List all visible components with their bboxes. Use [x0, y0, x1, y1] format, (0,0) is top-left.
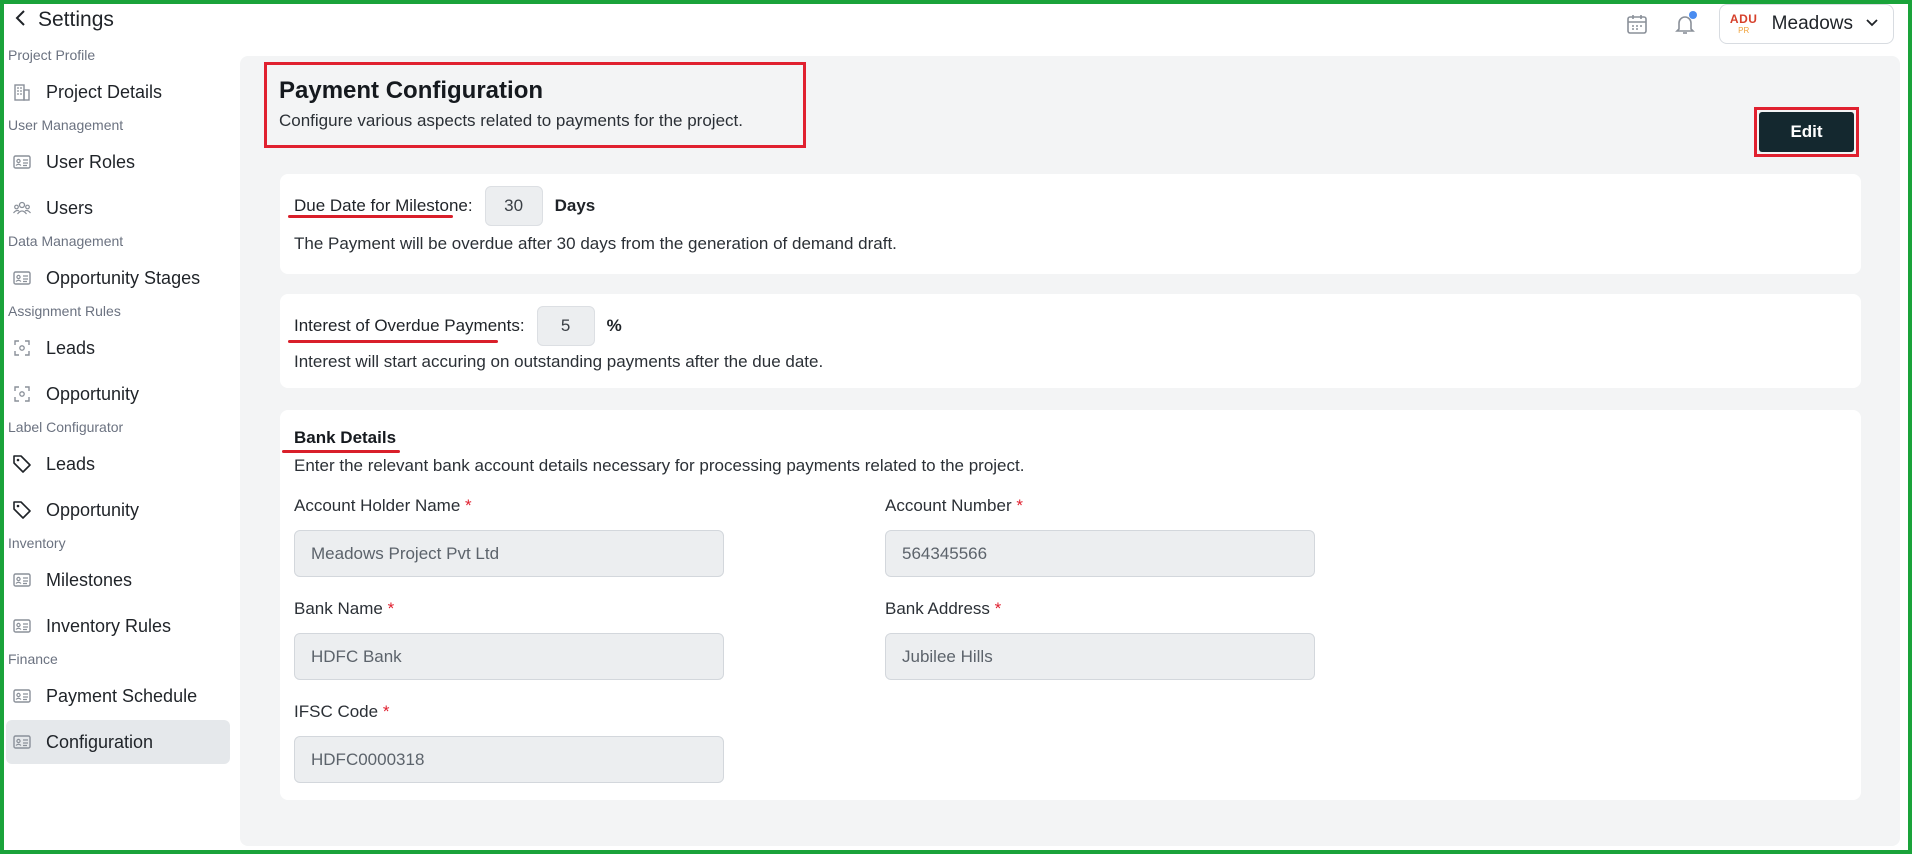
interest-unit: %: [606, 316, 622, 335]
required-mark: *: [1016, 496, 1023, 515]
due-date-label: Due Date for Milestone:: [294, 196, 473, 215]
back-label: Settings: [38, 8, 114, 31]
bank-address-field: Bank Address *: [885, 599, 1315, 680]
id-card-icon: [10, 614, 34, 638]
bank-name-input[interactable]: [294, 633, 724, 680]
sidebar-item-milestones[interactable]: Milestones: [6, 558, 230, 602]
id-card-icon: [10, 684, 34, 708]
interest-card: Interest of Overdue Payments: 5 % Intere…: [280, 294, 1861, 388]
bank-name-label: Bank Name: [294, 599, 383, 618]
focus-icon: [10, 382, 34, 406]
building-icon: [10, 80, 34, 104]
interest-help: Interest will start accuring on outstand…: [294, 352, 824, 371]
sidebar-item-label: Leads: [46, 337, 96, 358]
bank-details-description: Enter the relevant bank account details …: [294, 456, 1025, 475]
id-card-icon: [10, 266, 34, 290]
sidebar-item-label: Users: [46, 197, 94, 218]
id-card-icon: [10, 730, 34, 754]
sidebar-item-leads[interactable]: Leads: [6, 442, 230, 486]
sidebar-section-title: Finance: [8, 651, 58, 667]
account-number-input[interactable]: [885, 530, 1315, 577]
due-date-card: Due Date for Milestone: 30 Days The Paym…: [280, 174, 1861, 274]
due-date-value: 30: [484, 186, 543, 226]
chevron-left-icon: [14, 9, 28, 31]
settings-sidebar: Project Profile Project Details User Manag…: [6, 46, 230, 766]
id-card-icon: [10, 150, 34, 174]
sidebar-item-label: Configuration: [46, 731, 154, 752]
sidebar-item-configuration[interactable]: Configuration: [6, 720, 230, 764]
sidebar-item-inventory-rules[interactable]: Inventory Rules: [6, 604, 230, 648]
users-icon: [10, 196, 34, 220]
required-mark: *: [387, 599, 395, 618]
sidebar-item-opportunity[interactable]: Opportunity: [6, 488, 230, 532]
sidebar-item-label: Project Details: [46, 81, 163, 102]
sidebar-section-title: Inventory: [8, 535, 66, 551]
account-number-field: Account Number *: [885, 496, 1315, 577]
interest-value: 5: [536, 306, 595, 346]
notification-dot: [1688, 11, 1697, 19]
project-switcher[interactable]: ADU PR Meadows: [1718, 4, 1894, 44]
account-holder-label: Account Holder Name: [294, 496, 461, 515]
project-logo: ADU PR: [1729, 12, 1758, 35]
annotation-underline: [288, 340, 498, 343]
sidebar-item-project-details[interactable]: Project Details: [6, 70, 230, 114]
sidebar-section-title: Label Configurator: [8, 419, 124, 435]
sidebar-section-title: Project Profile: [8, 47, 96, 63]
calendar-icon[interactable]: [1623, 10, 1651, 38]
due-date-unit: Days: [554, 196, 596, 215]
main-panel: Payment Configuration Configure various …: [240, 56, 1900, 846]
back-to-settings-link[interactable]: Settings: [14, 8, 114, 32]
top-actions: ADU PR Meadows: [1623, 4, 1894, 44]
ifsc-code-label: IFSC Code: [294, 702, 379, 721]
account-holder-field: Account Holder Name *: [294, 496, 724, 577]
top-bar: Settings ADU PR Meadows: [0, 0, 1912, 46]
chevron-down-icon: [1865, 15, 1879, 33]
tag-icon: [10, 498, 34, 522]
page-header: Payment Configuration Configure various …: [264, 62, 806, 148]
bank-address-label: Bank Address: [885, 599, 990, 618]
required-mark: *: [465, 496, 472, 515]
sidebar-item-label: Opportunity Stages: [46, 267, 201, 288]
sidebar-section-title: User Management: [8, 117, 124, 133]
sidebar-item-opportunity[interactable]: Opportunity: [6, 372, 230, 416]
ifsc-code-input[interactable]: [294, 736, 724, 783]
sidebar-item-label: Inventory Rules: [46, 615, 172, 636]
required-mark: *: [994, 599, 1002, 618]
tag-icon: [10, 452, 34, 476]
page-subtitle: Configure various aspects related to pay…: [279, 111, 743, 130]
sidebar-item-user-roles[interactable]: User Roles: [6, 140, 230, 184]
sidebar-item-label: Opportunity: [46, 499, 140, 520]
focus-icon: [10, 336, 34, 360]
bank-details-card: Bank Details Enter the relevant bank acc…: [280, 410, 1861, 800]
account-holder-input[interactable]: [294, 530, 724, 577]
bank-name-field: Bank Name *: [294, 599, 724, 680]
sidebar-item-users[interactable]: Users: [6, 186, 230, 230]
ifsc-code-field: IFSC Code *: [294, 702, 724, 783]
bell-icon[interactable]: [1671, 10, 1699, 38]
due-date-help: The Payment will be overdue after 30 day…: [294, 234, 897, 253]
due-date-row: Due Date for Milestone: 30 Days: [294, 186, 595, 226]
bank-address-input[interactable]: [885, 633, 1315, 680]
edit-button-highlight: Edit: [1754, 107, 1859, 157]
project-name: Meadows: [1771, 13, 1853, 34]
sidebar-section-title: Assignment Rules: [8, 303, 121, 319]
id-card-icon: [10, 568, 34, 592]
sidebar-item-leads[interactable]: Leads: [6, 326, 230, 370]
sidebar-item-payment-schedule[interactable]: Payment Schedule: [6, 674, 230, 718]
annotation-underline: [288, 215, 453, 218]
bank-details-title: Bank Details: [294, 428, 397, 447]
sidebar-item-label: Milestones: [46, 569, 133, 590]
sidebar-item-label: Leads: [46, 453, 96, 474]
sidebar-item-opportunity-stages[interactable]: Opportunity Stages: [6, 256, 230, 300]
sidebar-section-title: Data Management: [8, 233, 124, 249]
sidebar-item-label: Payment Schedule: [46, 685, 198, 706]
edit-button[interactable]: Edit: [1759, 112, 1854, 152]
page-title: Payment Configuration: [279, 77, 544, 104]
account-number-label: Account Number: [885, 496, 1012, 515]
required-mark: *: [382, 702, 390, 721]
annotation-underline: [282, 450, 400, 453]
interest-label: Interest of Overdue Payments:: [294, 316, 525, 335]
sidebar-item-label: Opportunity: [46, 383, 140, 404]
sidebar-item-label: User Roles: [46, 151, 136, 172]
